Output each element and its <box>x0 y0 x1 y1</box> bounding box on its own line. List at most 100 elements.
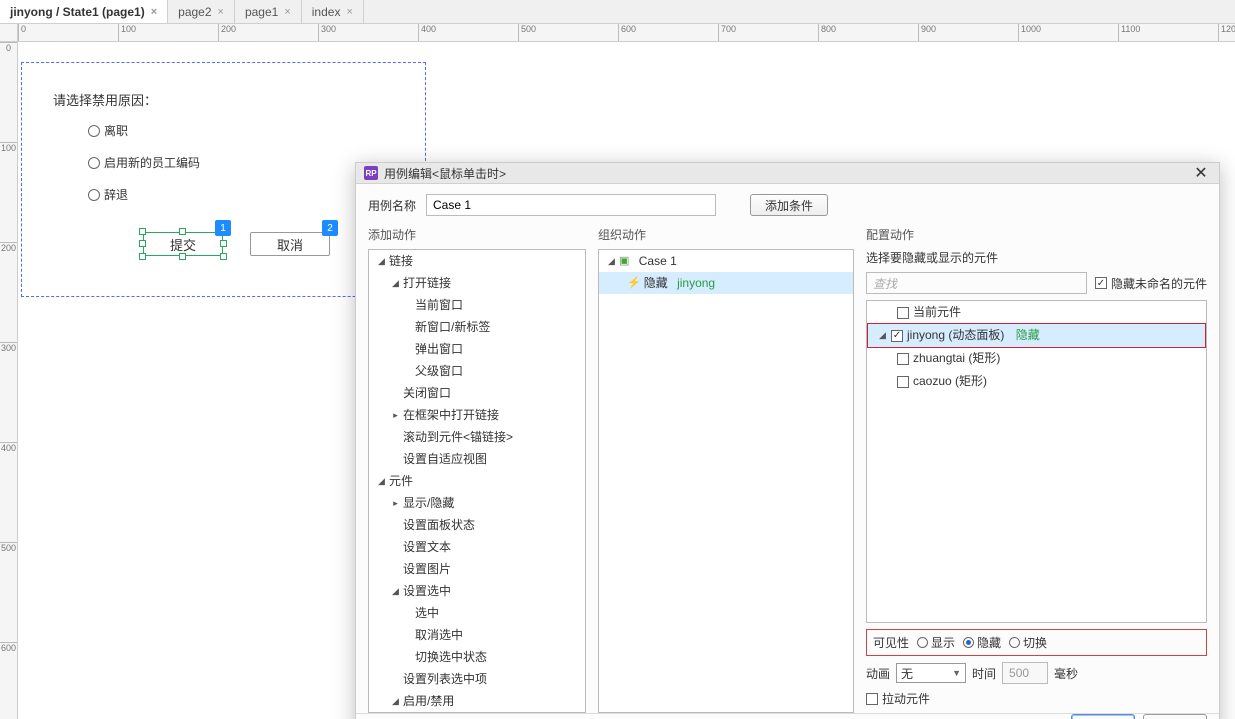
radio-label: 切换 <box>1023 634 1047 651</box>
tree-leaf[interactable]: 新窗口/新标签 <box>415 318 490 336</box>
close-icon[interactable]: ✕ <box>1191 163 1211 183</box>
ruler-tick: 1000 <box>1018 24 1041 41</box>
tree-node[interactable]: 在框架中打开链接 <box>403 406 499 424</box>
ruler-tick: 400 <box>418 24 436 41</box>
tree-leaf[interactable]: 设置自适应视图 <box>403 450 487 468</box>
tree-leaf[interactable]: 切换选中状态 <box>415 648 487 666</box>
column-title: 配置动作 <box>866 226 1207 243</box>
tree-leaf[interactable]: 当前窗口 <box>415 296 463 314</box>
radio-option-1[interactable]: 离职 <box>88 122 128 139</box>
action-row-selected[interactable]: ⚡ 隐藏 jinyong <box>599 272 853 294</box>
ruler-tick: 1200 <box>1218 24 1235 41</box>
radio-label: 离职 <box>104 122 128 139</box>
tree-leaf[interactable]: 设置面板状态 <box>403 516 475 534</box>
tree-leaf[interactable]: 滚动到元件<锚链接> <box>403 428 513 446</box>
visibility-hide-radio[interactable]: 隐藏 <box>963 634 1001 651</box>
doc-tab-label: jinyong / State1 (page1) <box>10 5 145 19</box>
checkbox-icon: ✓ <box>1095 277 1107 289</box>
interaction-badge[interactable]: 1 <box>215 220 231 236</box>
action-tree[interactable]: ◢链接 ◢打开链接 当前窗口 新窗口/新标签 弹出窗口 父级窗口 关闭窗口 ▸在… <box>368 249 586 713</box>
tree-node[interactable]: 元件 <box>389 472 413 490</box>
radio-option-3[interactable]: 辞退 <box>88 186 128 203</box>
animation-row: 动画 无 ▼ 时间 毫秒 <box>866 662 1207 684</box>
widget-row-jinyong[interactable]: ◢ ✓ jinyong (动态面板) 隐藏 <box>867 323 1206 348</box>
ruler-tick: 200 <box>0 242 17 253</box>
widget-tree[interactable]: 当前元件 ◢ ✓ jinyong (动态面板) 隐藏 zhuangtai (矩形… <box>866 300 1207 623</box>
widget-label: zhuangtai (矩形) <box>913 349 1000 368</box>
tree-node[interactable]: 打开链接 <box>403 274 451 292</box>
doc-tab-label: page1 <box>245 5 278 19</box>
configure-action-column: 配置动作 选择要隐藏或显示的元件 查找 ✓ 隐藏未命名的元件 <box>866 226 1207 713</box>
tree-leaf[interactable]: 取消选中 <box>415 626 463 644</box>
case-tree[interactable]: ◢▣ Case 1 ⚡ 隐藏 jinyong <box>598 249 854 713</box>
close-icon[interactable]: × <box>346 6 352 18</box>
column-title: 组织动作 <box>598 226 854 243</box>
radio-option-2[interactable]: 启用新的员工编码 <box>88 154 200 171</box>
case-node[interactable]: Case 1 <box>639 252 677 270</box>
ruler-tick: 900 <box>918 24 936 41</box>
add-condition-button[interactable]: 添加条件 <box>750 194 828 216</box>
widget-row-zhuangtai[interactable]: zhuangtai (矩形) <box>867 347 1206 370</box>
add-action-column: 添加动作 ◢链接 ◢打开链接 当前窗口 新窗口/新标签 弹出窗口 父级窗口 关闭… <box>368 226 586 713</box>
document-tabs: jinyong / State1 (page1) × page2 × page1… <box>0 0 1235 24</box>
doc-tab-page2[interactable]: page2 × <box>168 0 235 23</box>
tree-leaf[interactable]: 设置列表选中项 <box>403 670 487 688</box>
time-input[interactable] <box>1002 662 1048 684</box>
tree-leaf[interactable]: 弹出窗口 <box>415 340 463 358</box>
tree-leaf[interactable]: 设置图片 <box>403 560 451 578</box>
visibility-toggle-radio[interactable]: 切换 <box>1009 634 1047 651</box>
ruler-tick: 300 <box>318 24 336 41</box>
radio-icon <box>88 125 100 137</box>
widget-row-caozuo[interactable]: caozuo (矩形) <box>867 370 1206 393</box>
tree-leaf[interactable]: 关闭窗口 <box>403 384 451 402</box>
form-title: 请选择禁用原因： <box>53 90 157 109</box>
time-unit: 毫秒 <box>1054 665 1078 682</box>
workspace: 0 100 200 300 400 500 600 700 800 900 10… <box>0 24 1235 719</box>
doc-tab-index[interactable]: index × <box>302 0 364 23</box>
doc-tab-label: page2 <box>178 5 211 19</box>
interaction-badge[interactable]: 2 <box>322 220 338 236</box>
cancel-button[interactable]: 取消 <box>250 232 330 256</box>
radio-icon <box>88 157 100 169</box>
case-name-input[interactable] <box>426 194 716 216</box>
ruler-tick: 500 <box>0 542 17 553</box>
widget-label: 当前元件 <box>913 303 961 322</box>
close-icon[interactable]: × <box>218 6 224 18</box>
tree-leaf[interactable]: 父级窗口 <box>415 362 463 380</box>
doc-tab-jinyong[interactable]: jinyong / State1 (page1) × <box>0 0 168 23</box>
tree-leaf[interactable]: 设置文本 <box>403 538 451 556</box>
visibility-show-radio[interactable]: 显示 <box>917 634 955 651</box>
dialog-title: 用例编辑<鼠标单击时> <box>384 165 506 182</box>
tree-node[interactable]: 设置选中 <box>403 582 451 600</box>
animation-select[interactable]: 无 ▼ <box>896 663 966 683</box>
cancel-button[interactable]: 取消 <box>1143 714 1207 719</box>
organize-action-column: 组织动作 ◢▣ Case 1 ⚡ 隐藏 jinyong <box>598 226 854 713</box>
ruler-corner <box>0 24 18 42</box>
widget-search-input[interactable]: 查找 <box>866 272 1087 294</box>
tree-node[interactable]: 链接 <box>389 252 413 270</box>
action-target: jinyong <box>677 274 715 292</box>
close-icon[interactable]: × <box>284 6 290 18</box>
chevron-down-icon: ▼ <box>952 668 961 678</box>
widget-row-current[interactable]: 当前元件 <box>867 301 1206 324</box>
tree-leaf[interactable]: 选中 <box>415 604 439 622</box>
pull-widgets-checkbox[interactable]: 拉动元件 <box>866 690 1207 707</box>
close-icon[interactable]: × <box>151 6 157 18</box>
ok-button[interactable]: 确定 <box>1071 714 1135 719</box>
radio-label: 隐藏 <box>977 634 1001 651</box>
time-label: 时间 <box>972 665 996 682</box>
tree-node[interactable]: 显示/隐藏 <box>403 494 454 512</box>
cancel-button-wrap[interactable]: 取消 2 <box>250 232 330 256</box>
checkbox-icon: ✓ <box>891 330 903 342</box>
tree-node[interactable]: 启用/禁用 <box>403 692 454 710</box>
case-icon: ▣ <box>619 252 629 270</box>
animation-label: 动画 <box>866 665 890 682</box>
column-title: 添加动作 <box>368 226 586 243</box>
ruler-tick: 800 <box>818 24 836 41</box>
action-label: 隐藏 <box>644 274 668 292</box>
button-label: 提交 <box>170 235 196 254</box>
submit-button-selected[interactable]: 提交 1 <box>143 232 223 256</box>
hide-unnamed-checkbox[interactable]: ✓ 隐藏未命名的元件 <box>1095 275 1207 292</box>
doc-tab-page1[interactable]: page1 × <box>235 0 302 23</box>
dialog-titlebar[interactable]: RP 用例编辑<鼠标单击时> ✕ <box>356 163 1219 184</box>
